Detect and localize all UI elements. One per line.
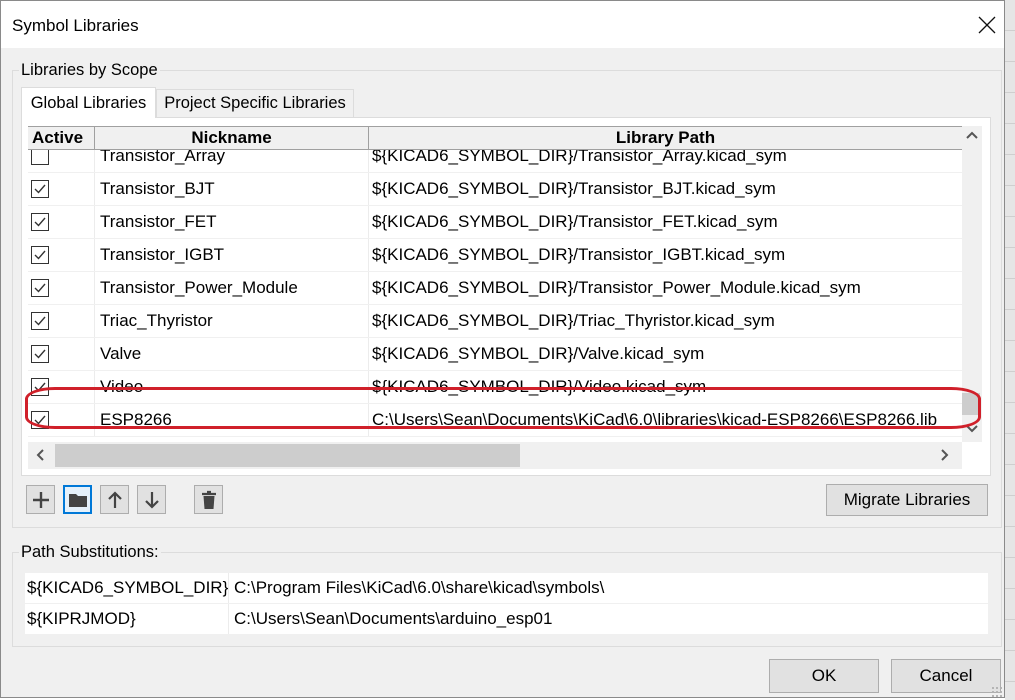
table-body: Transistor_Array ${KICAD6_SYMBOL_DIR}/Tra… bbox=[28, 140, 962, 437]
active-checkbox[interactable] bbox=[31, 378, 49, 396]
libraries-by-scope-label: Libraries by Scope bbox=[19, 61, 160, 80]
nickname-cell[interactable]: ESP8266 bbox=[95, 404, 369, 436]
tab-project-specific-libraries-label: Project Specific Libraries bbox=[164, 94, 346, 112]
substitution-row[interactable]: ${KIPRJMOD} C:\Users\Sean\Documents\ardui… bbox=[25, 604, 988, 635]
substitution-variable[interactable]: ${KIPRJMOD} bbox=[25, 604, 229, 634]
horizontal-scroll-thumb[interactable] bbox=[55, 444, 520, 467]
active-checkbox[interactable] bbox=[31, 279, 49, 297]
folder-icon bbox=[68, 493, 87, 507]
active-checkbox[interactable] bbox=[31, 312, 49, 330]
nickname-cell[interactable]: Transistor_BJT bbox=[95, 173, 369, 205]
active-checkbox[interactable] bbox=[31, 213, 49, 231]
library-path-cell[interactable]: ${KICAD6_SYMBOL_DIR}/Video.kicad_sym bbox=[369, 371, 962, 403]
table-row[interactable]: Valve ${KICAD6_SYMBOL_DIR}/Valve.kicad_sy… bbox=[28, 338, 962, 371]
table-header: Active Nickname Library Path bbox=[28, 126, 962, 150]
column-header-library-path[interactable]: Library Path bbox=[369, 127, 962, 149]
path-substitutions-table: ${KICAD6_SYMBOL_DIR} C:\Program Files\KiC… bbox=[25, 573, 988, 635]
checkmark-icon bbox=[34, 415, 46, 425]
checkmark-icon bbox=[34, 349, 46, 359]
substitution-value[interactable]: C:\Program Files\KiCad\6.0\share\kicad\s… bbox=[229, 573, 604, 603]
browse-library-button[interactable] bbox=[63, 485, 92, 514]
resize-grip[interactable] bbox=[991, 686, 1003, 698]
table-row[interactable]: Transistor_IGBT ${KICAD6_SYMBOL_DIR}/Tran… bbox=[28, 239, 962, 272]
active-checkbox[interactable] bbox=[31, 180, 49, 198]
active-checkbox[interactable] bbox=[31, 411, 49, 429]
background-window bbox=[1005, 0, 1015, 700]
active-cell bbox=[28, 371, 95, 403]
delete-library-button[interactable] bbox=[194, 485, 223, 514]
cancel-button[interactable]: Cancel bbox=[891, 659, 1001, 693]
active-cell bbox=[28, 338, 95, 370]
nickname-cell[interactable]: Triac_Thyristor bbox=[95, 305, 369, 337]
add-library-button[interactable] bbox=[26, 485, 55, 514]
library-path-cell[interactable]: ${KICAD6_SYMBOL_DIR}/Transistor_FET.kica… bbox=[369, 206, 962, 238]
table-row[interactable]: Transistor_Power_Module ${KICAD6_SYMBOL_D… bbox=[28, 272, 962, 305]
arrow-up-icon bbox=[107, 490, 122, 508]
table-row-highlighted[interactable]: ESP8266 C:\Users\Sean\Documents\KiCad\6.0… bbox=[28, 404, 962, 437]
migrate-libraries-button[interactable]: Migrate Libraries bbox=[826, 484, 988, 516]
active-cell bbox=[28, 272, 95, 304]
checkmark-icon bbox=[34, 283, 46, 293]
vertical-scroll-thumb[interactable] bbox=[962, 393, 980, 415]
scroll-down-icon[interactable] bbox=[965, 422, 979, 441]
trash-icon bbox=[201, 490, 216, 509]
symbol-libraries-dialog: Symbol Libraries Libraries by Scope Glob… bbox=[0, 0, 1005, 698]
ok-button[interactable]: OK bbox=[769, 659, 879, 693]
horizontal-scrollbar[interactable] bbox=[28, 442, 962, 469]
plus-icon bbox=[32, 491, 49, 508]
library-path-cell[interactable]: ${KICAD6_SYMBOL_DIR}/Valve.kicad_sym bbox=[369, 338, 962, 370]
active-checkbox[interactable] bbox=[31, 246, 49, 264]
path-substitutions-label: Path Substitutions: bbox=[19, 543, 161, 562]
close-icon bbox=[978, 16, 996, 34]
checkmark-icon bbox=[34, 250, 46, 260]
libraries-table: Active Nickname Library Path Transistor_… bbox=[28, 126, 962, 442]
active-cell bbox=[28, 404, 95, 436]
library-path-cell[interactable]: ${KICAD6_SYMBOL_DIR}/Transistor_BJT.kica… bbox=[369, 173, 962, 205]
library-path-cell[interactable]: C:\Users\Sean\Documents\KiCad\6.0\librar… bbox=[369, 404, 962, 436]
table-row[interactable]: Video ${KICAD6_SYMBOL_DIR}/Video.kicad_sy… bbox=[28, 371, 962, 404]
nickname-cell[interactable]: Valve bbox=[95, 338, 369, 370]
nickname-cell[interactable]: Transistor_Power_Module bbox=[95, 272, 369, 304]
library-path-cell[interactable]: ${KICAD6_SYMBOL_DIR}/Triac_Thyristor.kic… bbox=[369, 305, 962, 337]
close-button[interactable] bbox=[964, 6, 1010, 44]
table-row[interactable]: Triac_Thyristor ${KICAD6_SYMBOL_DIR}/Tria… bbox=[28, 305, 962, 338]
dialog-title: Symbol Libraries bbox=[12, 16, 139, 35]
tab-global-libraries-label: Global Libraries bbox=[30, 93, 147, 112]
checkmark-icon bbox=[34, 316, 46, 326]
title-bar: Symbol Libraries bbox=[1, 1, 1004, 48]
vertical-scrollbar[interactable] bbox=[962, 126, 982, 442]
active-cell bbox=[28, 305, 95, 337]
checkmark-icon bbox=[34, 382, 46, 392]
active-checkbox[interactable] bbox=[31, 345, 49, 363]
column-header-nickname[interactable]: Nickname bbox=[95, 127, 369, 149]
move-up-button[interactable] bbox=[100, 485, 129, 514]
nickname-cell[interactable]: Video bbox=[95, 371, 369, 403]
column-header-active[interactable]: Active bbox=[28, 127, 95, 149]
checkmark-icon bbox=[34, 217, 46, 227]
library-path-cell[interactable]: ${KICAD6_SYMBOL_DIR}/Transistor_IGBT.kic… bbox=[369, 239, 962, 271]
active-cell bbox=[28, 173, 95, 205]
tab-global-libraries[interactable]: Global Libraries bbox=[21, 87, 156, 118]
active-cell bbox=[28, 206, 95, 238]
substitution-value[interactable]: C:\Users\Sean\Documents\arduino_esp01 bbox=[229, 604, 552, 634]
arrow-down-icon bbox=[144, 491, 159, 509]
active-cell bbox=[28, 239, 95, 271]
table-row[interactable]: Transistor_FET ${KICAD6_SYMBOL_DIR}/Trans… bbox=[28, 206, 962, 239]
substitution-row[interactable]: ${KICAD6_SYMBOL_DIR} C:\Program Files\KiC… bbox=[25, 573, 988, 604]
scroll-up-icon[interactable] bbox=[965, 128, 979, 147]
substitution-variable[interactable]: ${KICAD6_SYMBOL_DIR} bbox=[25, 573, 229, 603]
scroll-left-icon[interactable] bbox=[34, 448, 48, 467]
scroll-right-icon[interactable] bbox=[937, 448, 951, 467]
nickname-cell[interactable]: Transistor_FET bbox=[95, 206, 369, 238]
checkmark-icon bbox=[34, 184, 46, 194]
table-row[interactable]: Transistor_BJT ${KICAD6_SYMBOL_DIR}/Trans… bbox=[28, 173, 962, 206]
library-path-cell[interactable]: ${KICAD6_SYMBOL_DIR}/Transistor_Power_Mo… bbox=[369, 272, 962, 304]
nickname-cell[interactable]: Transistor_IGBT bbox=[95, 239, 369, 271]
move-down-button[interactable] bbox=[137, 485, 166, 514]
tab-project-specific-libraries[interactable]: Project Specific Libraries bbox=[156, 89, 354, 117]
